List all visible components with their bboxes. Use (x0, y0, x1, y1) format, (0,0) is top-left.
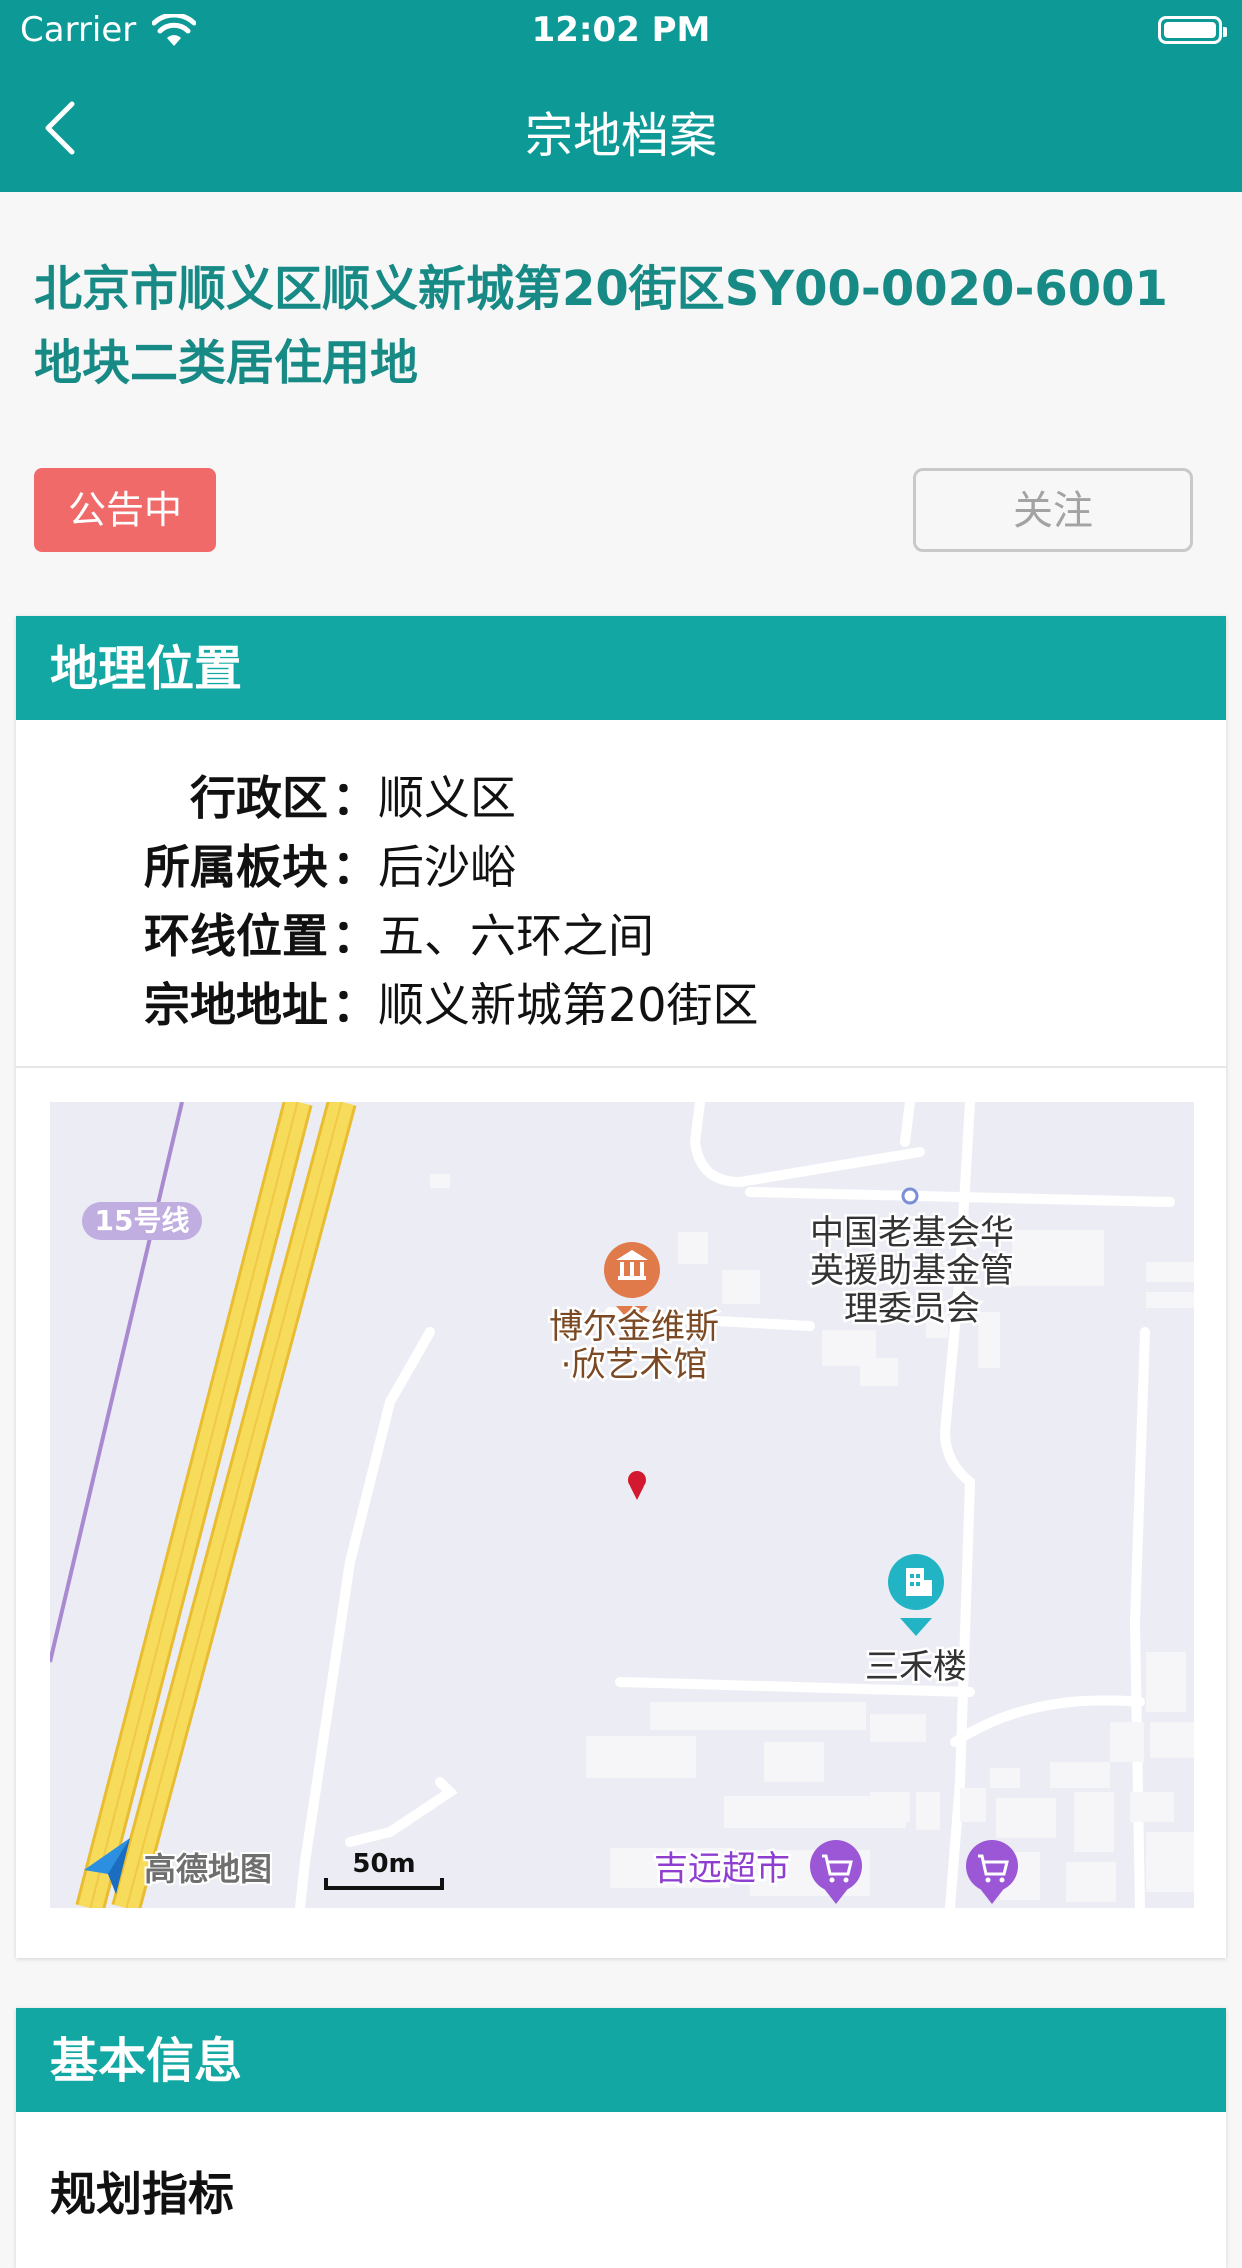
building-label: 三禾楼 (865, 1647, 967, 1687)
info-label: 所属板块 (144, 840, 328, 894)
follow-button[interactable]: 关注 (913, 468, 1193, 552)
map-canvas[interactable]: 15号线 博尔金维斯 ·欣艺术馆 中国老基会华 英援助基金管 理委员会 三禾楼 … (50, 1102, 1194, 1908)
geo-location-card: 地理位置 行政区 ： 顺义区 所属板块 ： 后沙峪 环线位置 ： 五、六环之间 … (16, 616, 1226, 1958)
info-separator: ： (332, 909, 378, 963)
museum-label-line1: 博尔金维斯 (549, 1307, 719, 1347)
navigation-bar: 宗地档案 (0, 62, 1242, 192)
info-separator: ： (332, 771, 378, 825)
building-poi-icon[interactable] (888, 1554, 944, 1636)
foundation-label-line1: 中国老基会华 (810, 1213, 1014, 1253)
info-row-block: 所属板块 ： 后沙峪 (16, 831, 1226, 901)
foundation-label-line2: 英援助基金管 (810, 1251, 1014, 1291)
info-value: 后沙峪 (378, 840, 516, 894)
plot-title: 北京市顺义区顺义新城第20街区SY00-0020-6001地块二类居住用地 (34, 261, 1168, 391)
market-label: 吉远超市 (654, 1849, 790, 1889)
status-badge: 公告中 (34, 468, 216, 552)
status-bar: Carrier 12:02 PM (0, 0, 1242, 62)
info-label: 环线位置 (144, 909, 328, 963)
metro-label: 15号线 (95, 1204, 190, 1237)
clock: 12:02 PM (531, 10, 711, 50)
divider (16, 1066, 1226, 1068)
map-view[interactable]: 15号线 博尔金维斯 ·欣艺术馆 中国老基会华 英援助基金管 理委员会 三禾楼 … (50, 1102, 1194, 1908)
info-separator: ： (332, 978, 378, 1032)
planning-indicators-title: 规划指标 (50, 2167, 234, 2221)
info-row-ring: 环线位置 ： 五、六环之间 (16, 900, 1226, 970)
top-bar: Carrier 12:02 PM 宗地档案 (0, 0, 1242, 192)
foundation-label-line3: 理委员会 (844, 1289, 980, 1329)
museum-label-line2: ·欣艺术馆 (561, 1345, 708, 1385)
page-title: 宗地档案 (524, 108, 717, 164)
plot-header: 北京市顺义区顺义新城第20街区SY00-0020-6001地块二类居住用地 公告… (0, 192, 1242, 584)
geo-info-list: 行政区 ： 顺义区 所属板块 ： 后沙峪 环线位置 ： 五、六环之间 宗地地址 … (16, 720, 1226, 1048)
info-separator: ： (332, 840, 378, 894)
info-label: 宗地地址 (144, 978, 328, 1032)
info-row-address: 宗地地址 ： 顺义新城第20街区 (16, 969, 1226, 1039)
basic-info-card: 基本信息 规划指标 (16, 2008, 1226, 2268)
scale-bar (324, 1878, 444, 1890)
scale-label: 50m (352, 1849, 415, 1879)
location-marker-icon[interactable] (628, 1471, 646, 1500)
geo-section-title: 地理位置 (16, 616, 1226, 720)
map-logo-text: 高德地图 (144, 1850, 272, 1888)
info-label: 行政区 (190, 771, 328, 825)
info-value: 顺义区 (378, 771, 516, 825)
basic-section-title: 基本信息 (16, 2008, 1226, 2112)
battery-icon (1158, 16, 1227, 44)
info-value: 顺义新城第20街区 (378, 978, 759, 1032)
info-value: 五、六环之间 (378, 909, 654, 963)
info-row-district: 行政区 ： 顺义区 (16, 762, 1226, 832)
